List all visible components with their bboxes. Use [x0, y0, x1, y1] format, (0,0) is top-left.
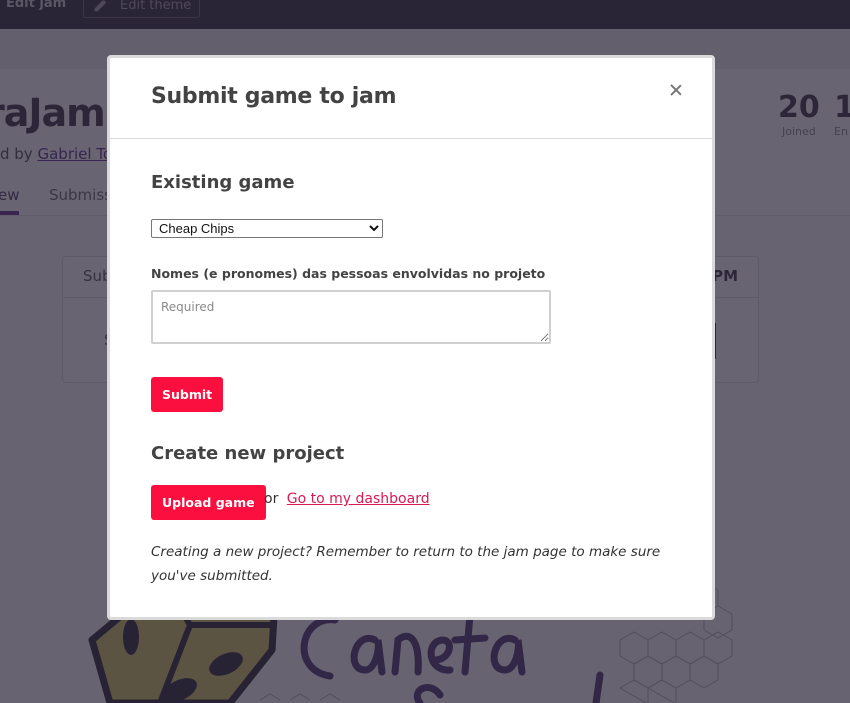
or-text: or: [264, 491, 279, 507]
modal-header: Submit game to jam: [110, 58, 712, 139]
names-pronouns-input[interactable]: [151, 290, 551, 344]
create-new-project-heading: Create new project: [151, 443, 345, 464]
names-field-label: Nomes (e pronomes) das pessoas envolvida…: [151, 266, 546, 281]
existing-game-heading: Existing game: [151, 172, 295, 193]
modal-title: Submit game to jam: [151, 84, 397, 109]
close-icon[interactable]: [668, 82, 684, 98]
submit-game-modal: Submit game to jam Existing game Cheap C…: [107, 55, 715, 620]
new-project-note: Creating a new project? Remember to retu…: [151, 544, 661, 584]
dashboard-link-row: or Go to my dashboard: [264, 491, 430, 507]
upload-game-button[interactable]: Upload game: [151, 485, 266, 520]
existing-game-select[interactable]: Cheap Chips: [151, 219, 383, 238]
submit-button[interactable]: Submit: [151, 377, 224, 412]
go-to-dashboard-link[interactable]: Go to my dashboard: [287, 491, 430, 507]
